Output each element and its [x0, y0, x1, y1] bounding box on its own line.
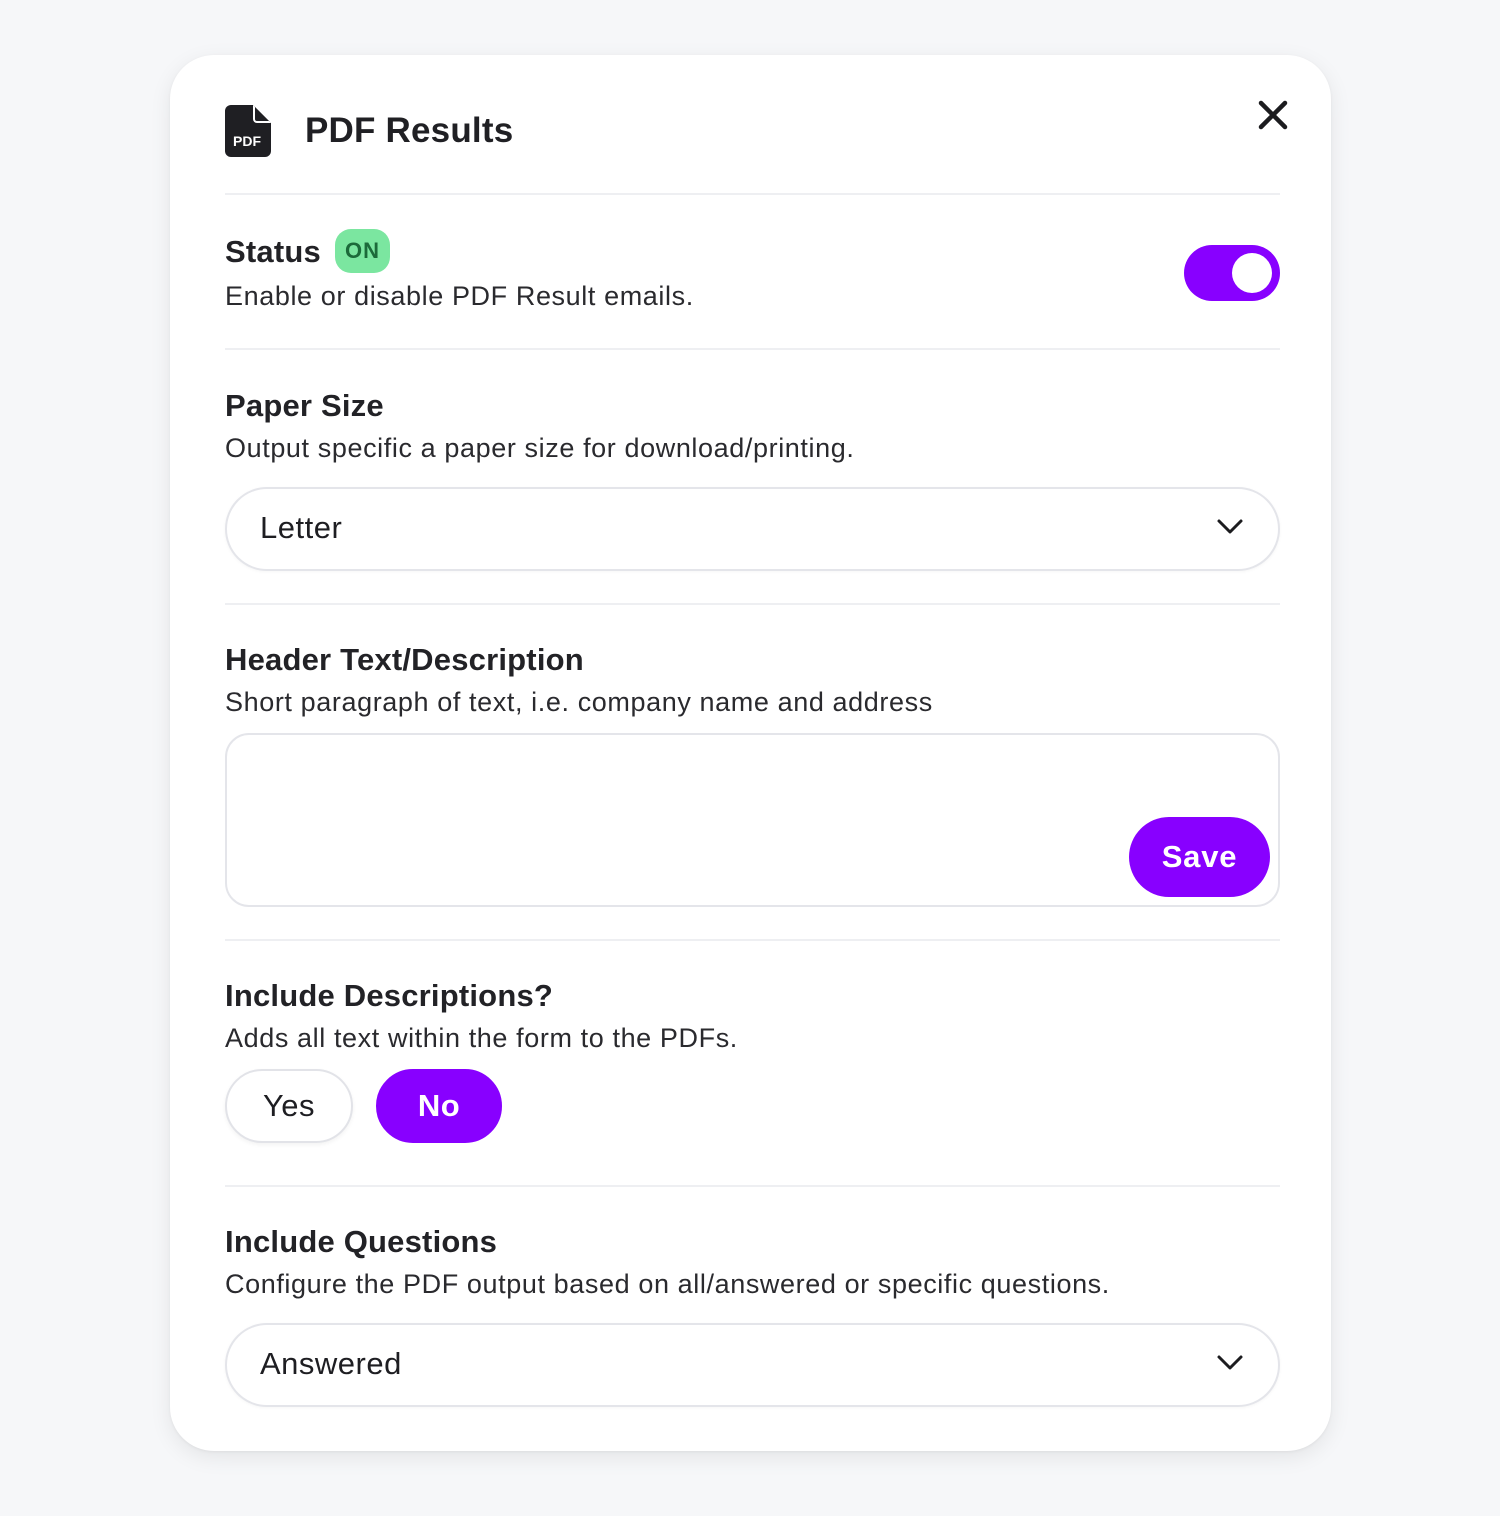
header-text-section: Header Text/Description Short paragraph …	[225, 641, 1280, 907]
include-questions-description: Configure the PDF output based on all/an…	[225, 1269, 1110, 1299]
include-descriptions-description: Adds all text within the form to the PDF…	[225, 1023, 738, 1053]
divider	[225, 1185, 1280, 1187]
paper-size-section: Paper Size Output specific a paper size …	[225, 387, 1280, 571]
status-toggle[interactable]	[1184, 245, 1280, 301]
status-description: Enable or disable PDF Result emails.	[225, 280, 694, 311]
include-questions-select[interactable]: Answered	[225, 1323, 1280, 1407]
include-descriptions-section: Include Descriptions? Adds all text with…	[225, 977, 1280, 1145]
chevron-down-icon	[1217, 519, 1243, 534]
header-text-field-wrapper: Save	[225, 733, 1280, 907]
include-questions-value: Answered	[260, 1346, 402, 1381]
modal-header: PDF PDF Results	[225, 105, 1280, 195]
paper-size-select[interactable]: Letter	[225, 487, 1280, 571]
no-button[interactable]: No	[376, 1069, 502, 1143]
include-questions-section: Include Questions Configure the PDF outp…	[225, 1223, 1280, 1407]
pdf-file-icon: PDF	[225, 105, 271, 157]
include-questions-title: Include Questions	[225, 1224, 498, 1259]
divider	[225, 603, 1280, 605]
pdf-results-modal: PDF PDF Results Status ON Enable or disab…	[170, 55, 1331, 1451]
modal-title: PDF Results	[305, 111, 514, 150]
save-button[interactable]: Save	[1129, 817, 1270, 897]
include-descriptions-title: Include Descriptions?	[225, 978, 554, 1013]
toggle-knob	[1232, 253, 1272, 293]
paper-size-title: Paper Size	[225, 388, 384, 423]
divider	[225, 939, 1280, 941]
yes-button[interactable]: Yes	[225, 1069, 353, 1143]
status-title: Status	[225, 234, 321, 269]
pdf-icon-label: PDF	[233, 133, 261, 149]
header-text-title: Header Text/Description	[225, 642, 584, 677]
status-title-row: Status ON	[225, 228, 1280, 273]
status-section: Status ON Enable or disable PDF Result em…	[225, 228, 1280, 333]
status-badge: ON	[334, 228, 390, 273]
chevron-down-icon	[1217, 1355, 1243, 1370]
divider	[225, 348, 1280, 350]
divider	[225, 193, 1280, 195]
paper-size-value: Letter	[260, 510, 343, 545]
header-text-field[interactable]	[241, 747, 1125, 891]
header-text-description: Short paragraph of text, i.e. company na…	[225, 687, 933, 717]
close-icon[interactable]	[1253, 95, 1293, 135]
yes-no-choice-group: Yes No	[225, 1069, 1280, 1145]
paper-size-description: Output specific a paper size for downloa…	[225, 433, 855, 463]
